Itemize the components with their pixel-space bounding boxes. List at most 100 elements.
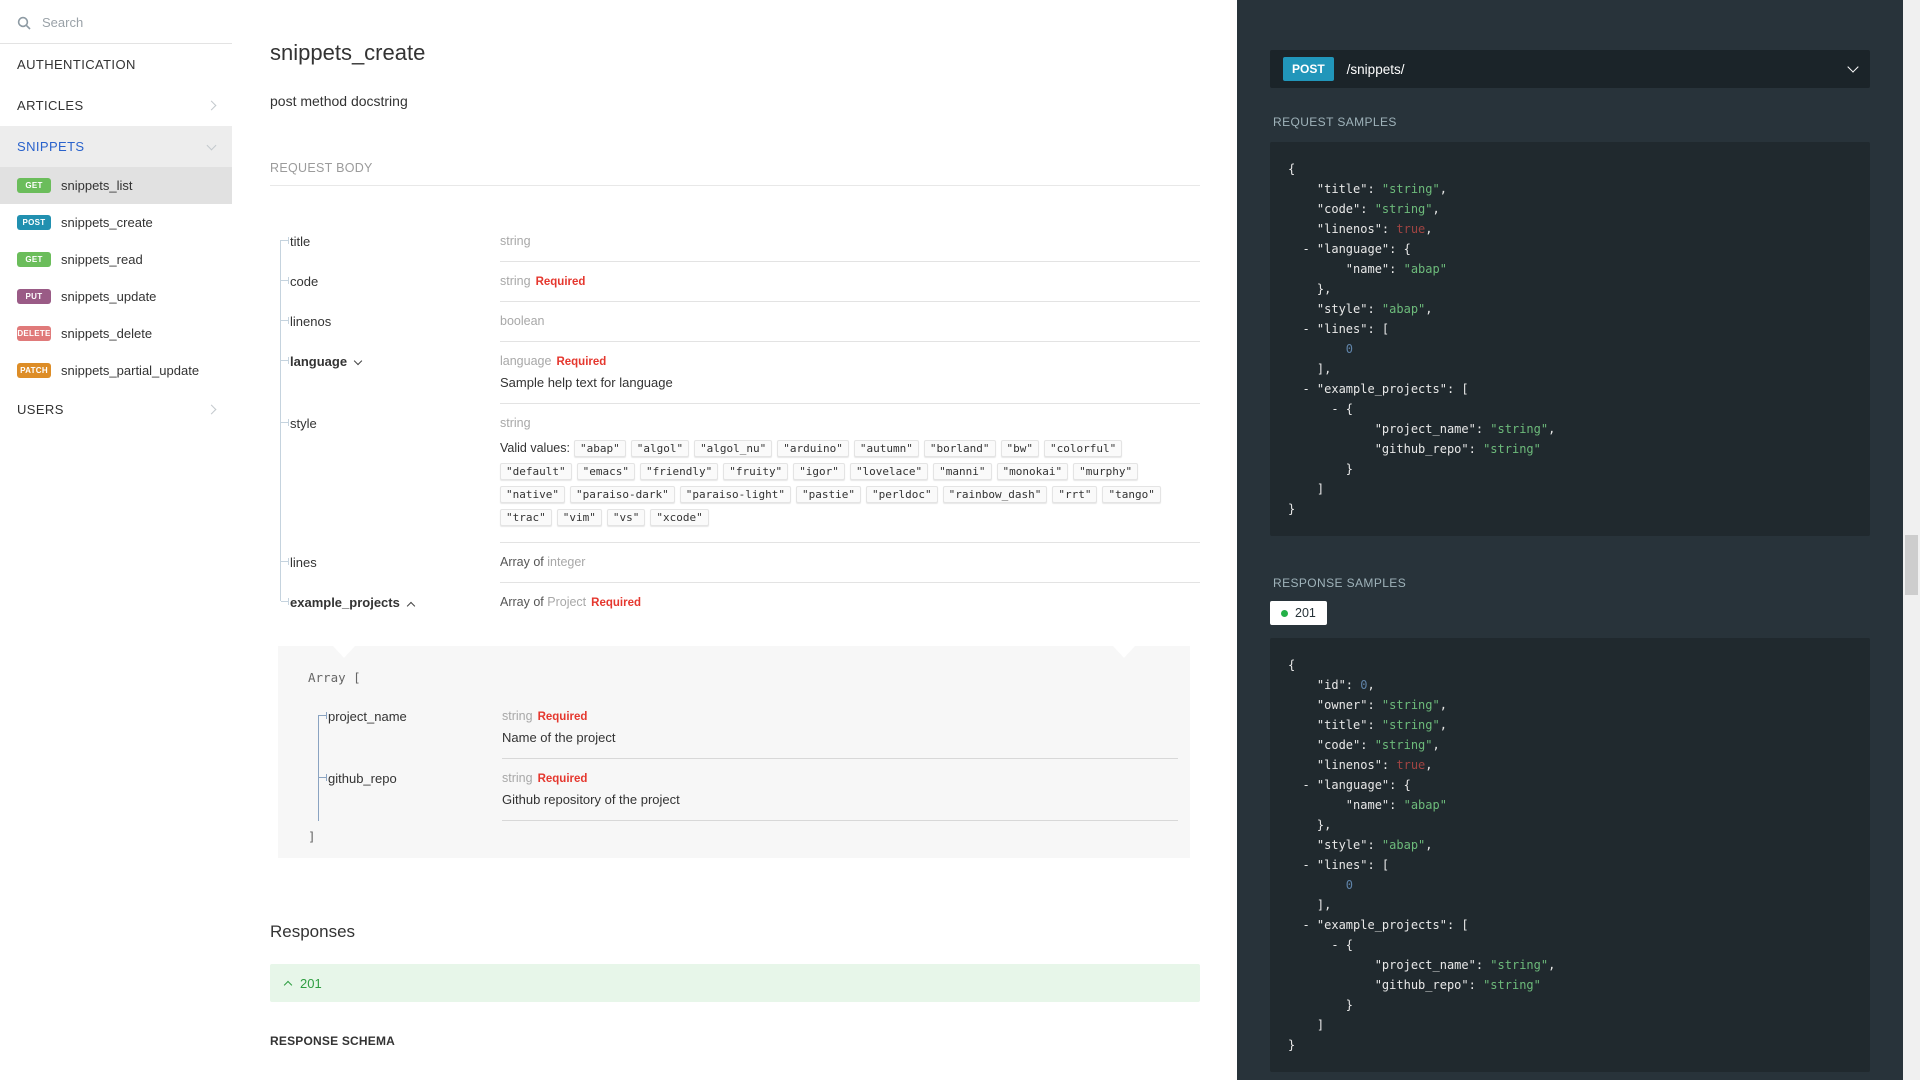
array-close-token: ]: [308, 829, 316, 844]
field-name: lines: [290, 555, 317, 570]
sidebar-item-snippets-partial-update[interactable]: PATCH snippets_partial_update: [0, 352, 232, 389]
method-badge-patch: PATCH: [17, 363, 51, 378]
response-samples-label: RESPONSE SAMPLES: [1273, 576, 1407, 590]
operation-description: post method docstring: [270, 93, 408, 109]
field-type: string: [502, 771, 533, 785]
valid-value-badge: "emacs": [576, 463, 635, 480]
page-title: snippets_create: [270, 40, 426, 65]
sidebar-item-snippets-create[interactable]: POST snippets_create: [0, 204, 232, 241]
scrollbar-thumb[interactable]: [1905, 535, 1918, 595]
responses-heading: Responses: [270, 922, 356, 941]
field-name: github_repo: [328, 771, 397, 786]
valid-value-badge: "fruity": [723, 463, 789, 480]
expanded-array-panel: Array [ project_name string Required Name…: [278, 646, 1190, 858]
valid-value-badge: "paraiso-dark": [569, 486, 675, 503]
valid-value-badge: "paraiso-light": [679, 486, 792, 503]
sidebar-item-snippets-read[interactable]: GET snippets_read: [0, 241, 232, 278]
endpoint-dropdown[interactable]: POST /snippets/: [1270, 50, 1870, 88]
field-type: boolean: [500, 314, 545, 328]
method-badge-get: GET: [17, 178, 51, 193]
valid-value-badge: "lovelace": [849, 463, 929, 480]
required-label: Required: [591, 597, 641, 609]
request-body-fields: title string code string Required linenos…: [270, 222, 1200, 622]
chevron-down-icon: [1847, 60, 1859, 73]
vertical-scrollbar[interactable]: [1903, 0, 1920, 1080]
sidebar-item-users[interactable]: USERS: [0, 389, 232, 430]
field-name-expandable[interactable]: example_projects: [290, 583, 500, 622]
chevron-up-icon: [283, 980, 293, 989]
valid-value-badge: "xcode": [650, 509, 709, 526]
chevron-up-icon: [406, 601, 416, 611]
sidebar: AUTHENTICATION ARTICLES SNIPPETS GET sni…: [0, 0, 232, 1080]
field-name-expandable[interactable]: language: [290, 342, 500, 404]
sidebar-item-snippets-delete[interactable]: DELETE snippets_delete: [0, 315, 232, 352]
response-sample-code[interactable]: { "id": 0, "owner": "string", "title": "…: [1270, 638, 1870, 1072]
request-samples-label: REQUEST SAMPLES: [1273, 115, 1397, 129]
valid-value-badge: "autumn": [853, 440, 919, 457]
sidebar-item-snippets-list[interactable]: GET snippets_list: [0, 167, 232, 204]
operation-label: snippets_delete: [61, 326, 153, 341]
required-label: Required: [556, 356, 607, 368]
field-row-title: title string: [270, 222, 1200, 262]
method-badge-post: POST: [1283, 57, 1334, 81]
field-type: language: [500, 354, 552, 368]
valid-value-badge: "perldoc": [866, 486, 938, 503]
operation-label: snippets_update: [61, 289, 157, 304]
field-row-lines: lines Array of integer: [270, 543, 1200, 583]
panel-notch: [333, 646, 355, 658]
response-tab-label: 201: [1295, 606, 1316, 620]
field-row-github-repo: github_repo string Required Github reposi…: [308, 759, 1178, 821]
field-name: code: [290, 274, 319, 289]
panel-notch: [1113, 646, 1135, 658]
response-schema-label: RESPONSE SCHEMA: [270, 1034, 396, 1048]
valid-value-badge: "arduino": [777, 440, 849, 457]
sidebar-item-articles[interactable]: ARTICLES: [0, 85, 232, 126]
field-row-style: style string Valid values: "abap" "algol" "…: [270, 404, 1200, 543]
request-sample-code[interactable]: { "title": "string", "code": "string", "…: [1270, 142, 1870, 536]
field-type: string: [502, 709, 533, 723]
valid-value-badge: "tango": [1102, 486, 1161, 503]
valid-values-label: Valid values:: [500, 441, 570, 455]
sidebar-section-label: AUTHENTICATION: [17, 57, 136, 72]
method-badge-post: POST: [17, 215, 51, 230]
valid-value-badge: "borland": [923, 440, 996, 457]
search-bar[interactable]: [0, 2, 232, 44]
method-badge-put: PUT: [17, 289, 51, 304]
valid-value-badge: "friendly": [639, 463, 719, 480]
chevron-right-icon: [206, 100, 217, 111]
valid-value-badge: "default": [500, 463, 572, 480]
field-type: Project: [547, 595, 587, 609]
method-badge-get: GET: [17, 252, 51, 267]
sidebar-section-label: SNIPPETS: [17, 139, 85, 154]
field-name: style: [290, 416, 317, 431]
valid-value-badge: "colorful": [1044, 440, 1123, 457]
samples-panel: POST /snippets/ REQUEST SAMPLES { "title…: [1237, 0, 1903, 1080]
valid-value-badge: "algol_nu": [694, 440, 773, 457]
response-sample-tab-201[interactable]: 201: [1270, 601, 1327, 625]
field-name: project_name: [328, 709, 407, 724]
sidebar-item-snippets[interactable]: SNIPPETS: [0, 126, 232, 167]
sidebar-item-snippets-update[interactable]: PUT snippets_update: [0, 278, 232, 315]
method-badge-delete: DELETE: [17, 326, 51, 341]
valid-value-badge: "pastie": [796, 486, 862, 503]
chevron-down-icon: [206, 140, 217, 150]
field-row-example-projects: example_projects Array of Project Require…: [270, 583, 1200, 622]
operation-label: snippets_partial_update: [61, 363, 200, 378]
sidebar-item-authentication[interactable]: AUTHENTICATION: [0, 44, 232, 85]
required-label: Required: [537, 711, 588, 723]
response-201-banner[interactable]: 201: [270, 964, 1200, 1002]
sidebar-section-label: USERS: [17, 402, 64, 417]
required-label: Required: [537, 773, 588, 785]
field-name: linenos: [290, 314, 332, 329]
required-label: Required: [535, 276, 586, 288]
request-body-label: REQUEST BODY: [270, 161, 1200, 186]
valid-value-badge: "trac": [500, 509, 552, 526]
field-help-text: Sample help text for language: [500, 375, 673, 390]
field-row-code: code string Required: [270, 262, 1200, 302]
response-code: 201: [300, 975, 322, 991]
valid-value-badge: "rrt": [1052, 486, 1098, 503]
valid-values-list: "abap" "algol" "algol_nu" "arduino" "autumn"…: [500, 440, 1166, 526]
search-input[interactable]: [40, 14, 190, 31]
valid-value-badge: "rainbow_dash": [942, 486, 1048, 503]
field-type: string: [500, 416, 531, 430]
